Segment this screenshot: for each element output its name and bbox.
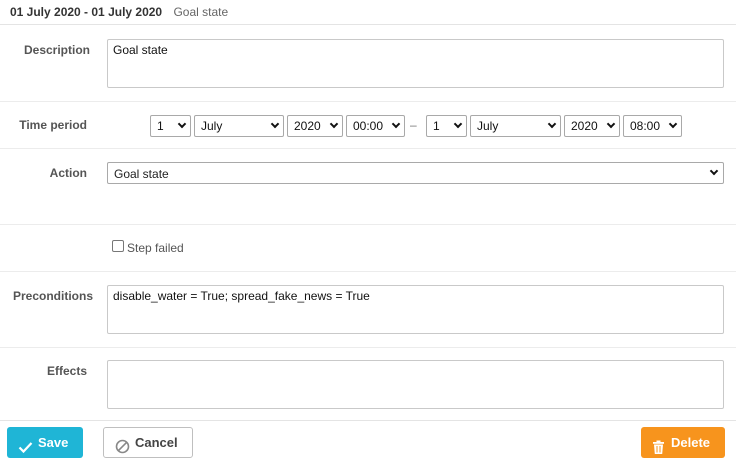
action-label: Action [49,166,87,180]
chevron-down-icon [606,119,616,129]
end-time-value: 08:00 [630,119,661,133]
start-year-value: 2020 [294,119,321,133]
start-month-select[interactable]: July [194,115,284,137]
end-day-value: 1 [433,119,440,133]
divider [0,101,736,102]
start-day-select[interactable]: 1 [150,115,191,137]
divider [0,224,736,225]
chevron-down-icon [391,119,401,129]
chevron-down-icon [453,119,463,129]
chevron-down-icon [668,119,678,129]
delete-button[interactable]: Delete [641,427,725,458]
chevron-down-icon [270,119,280,129]
trash-icon [651,435,666,454]
start-month-value: July [201,119,223,133]
start-day-value: 1 [157,119,164,133]
step-failed-checkbox[interactable] [112,240,124,252]
check-icon [18,435,33,454]
cancel-button[interactable]: Cancel [103,427,193,458]
effects-field[interactable] [107,360,724,409]
description-field[interactable]: Goal state [107,39,724,88]
preconditions-label: Preconditions [12,289,93,303]
end-year-value: 2020 [571,119,598,133]
dialog-header: 01 July 2020 - 01 July 2020 Goal state [0,0,736,25]
end-day-select[interactable]: 1 [426,115,467,137]
save-label: Save [38,435,69,450]
time-range-separator: – [410,118,417,132]
date-range-title: 01 July 2020 - 01 July 2020 [10,5,163,19]
preconditions-field[interactable]: disable_water = True; spread_fake_news =… [107,285,724,334]
header-subtitle: Goal state [173,5,229,19]
save-button[interactable]: Save [7,427,83,458]
cancel-label: Cancel [135,435,178,450]
chevron-down-icon [709,166,719,176]
end-time-select[interactable]: 08:00 [623,115,682,137]
action-value: Goal state [114,167,169,181]
chevron-down-icon [329,119,339,129]
delete-label: Delete [671,435,711,450]
divider [0,148,736,149]
time-period-label: Time period [19,118,87,132]
end-year-select[interactable]: 2020 [564,115,620,137]
end-month-select[interactable]: July [470,115,561,137]
effects-label: Effects [46,364,87,378]
cancel-icon [115,435,130,454]
end-month-value: July [477,119,499,133]
start-time-value: 00:00 [353,119,384,133]
divider [0,271,736,272]
start-time-select[interactable]: 00:00 [346,115,405,137]
action-select[interactable]: Goal state [107,162,724,184]
divider [0,347,736,348]
start-year-select[interactable]: 2020 [287,115,343,137]
chevron-down-icon [177,119,187,129]
chevron-down-icon [547,119,557,129]
description-label: Description [23,43,90,57]
footer-divider [0,420,736,421]
step-failed-label: Step failed [127,241,184,255]
